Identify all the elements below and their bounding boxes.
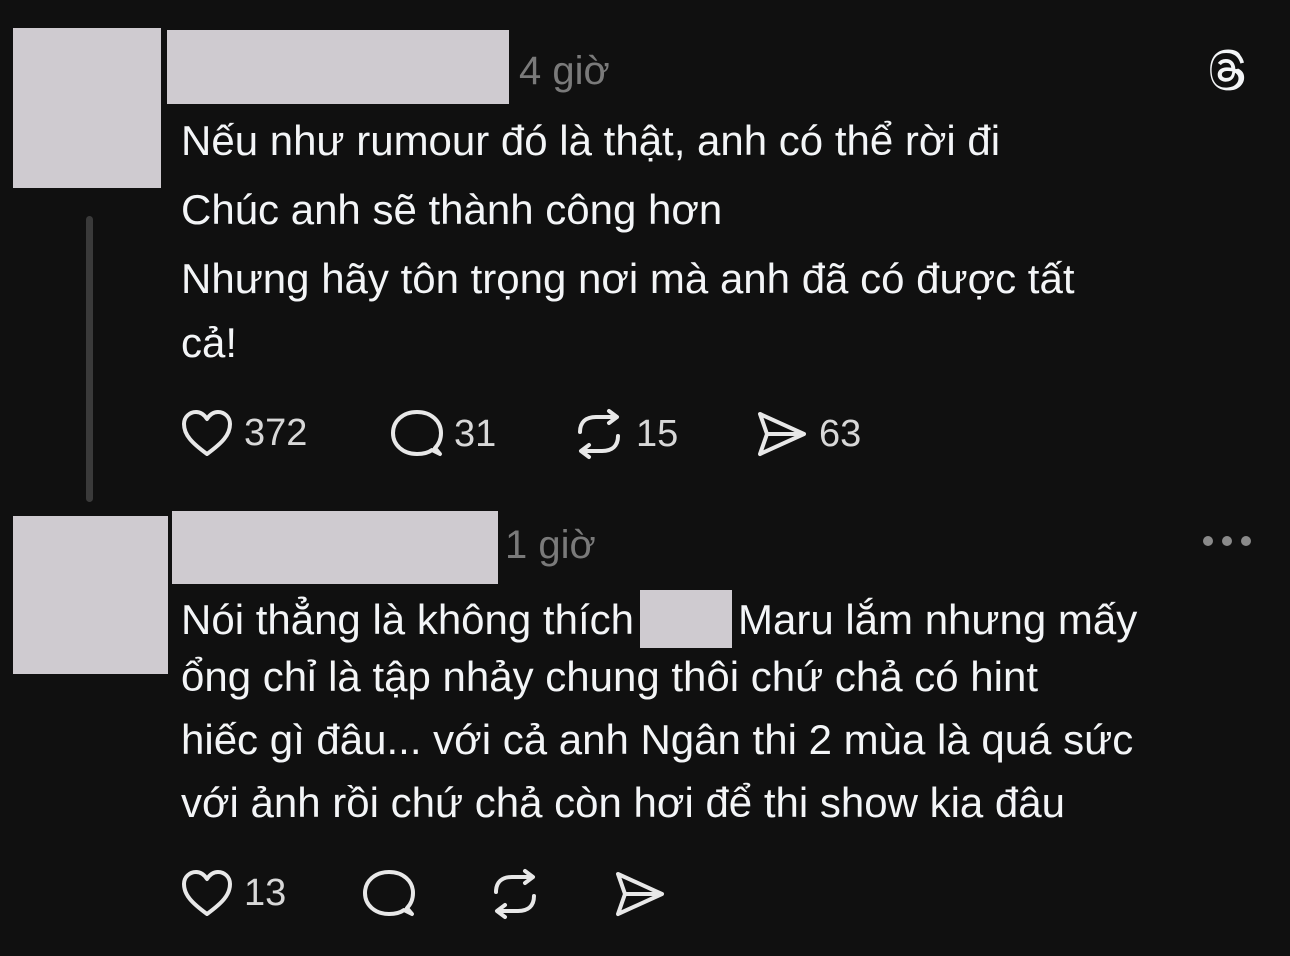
comment-bubble-icon [363,870,415,916]
share-count: 63 [819,412,862,455]
like-count: 13 [244,871,287,914]
username-redacted[interactable] [172,511,498,584]
post-text-line: ổng chỉ là tập nhảy chung thôi chứ chả c… [181,653,1039,700]
repost-button[interactable] [488,868,542,920]
post-text-line: với ảnh rồi chứ chả còn hơi để thi show … [181,779,1066,826]
avatar-redacted[interactable] [13,28,161,188]
comment-button[interactable] [362,868,416,920]
comment-button[interactable]: 31 [390,408,496,460]
repost-icon [578,409,620,459]
avatar-redacted[interactable] [13,516,168,674]
like-count: 372 [244,411,308,454]
like-button[interactable]: 372 [180,408,307,458]
mention-redacted [639,590,732,648]
repost-count: 15 [636,412,679,455]
comment-count: 31 [454,412,497,455]
dot [1222,536,1232,546]
share-button[interactable]: 63 [755,408,861,460]
post-text-line: Nhưng hãy tôn trọng nơi mà anh đã có đượ… [181,255,1075,302]
comment-bubble-icon [391,410,443,456]
dot [1203,536,1213,546]
dot [1241,536,1251,546]
send-icon [616,872,664,916]
repost-icon [494,869,536,919]
heart-icon [182,870,232,916]
threads-logo-icon[interactable] [1204,48,1250,99]
post-text-line: Nếu như rumour đó là thật, anh có thể rờ… [181,117,1001,164]
more-options-icon[interactable] [1203,536,1251,546]
heart-icon [182,410,232,456]
username-redacted[interactable] [167,30,509,104]
repost-button[interactable]: 15 [572,408,678,460]
send-icon [758,412,806,456]
post-text-line: cả! [181,319,238,366]
post-text-fragment: Nói thẳng là không thích [181,596,634,643]
like-button[interactable]: 13 [180,868,286,918]
post-text-line: hiếc gì đâu... với cả anh Ngân thi 2 mùa… [181,716,1134,763]
share-button[interactable] [613,868,667,920]
post-text-line: Chúc anh sẽ thành công hơn [181,186,723,233]
post-text-line: Nói thẳng là không thích Maru lắm nhưng m… [181,590,1137,648]
post-time: 4 giờ [519,49,610,93]
thread-connector-line [86,216,93,502]
post-time: 1 giờ [505,523,596,567]
post-text-fragment: Maru lắm nhưng mấy [737,596,1138,643]
